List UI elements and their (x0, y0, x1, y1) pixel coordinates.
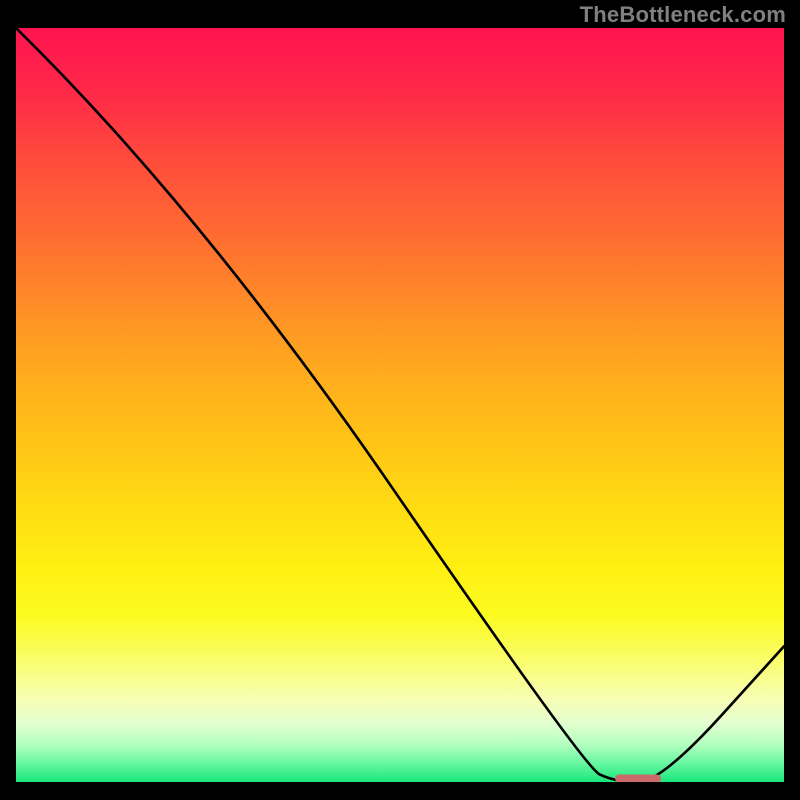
plot-area (16, 28, 784, 782)
bottleneck-curve (16, 28, 784, 782)
curve-layer (16, 28, 784, 782)
optimal-zone-marker (615, 774, 661, 782)
watermark-text: TheBottleneck.com (580, 2, 786, 28)
chart-frame: TheBottleneck.com (0, 0, 800, 800)
